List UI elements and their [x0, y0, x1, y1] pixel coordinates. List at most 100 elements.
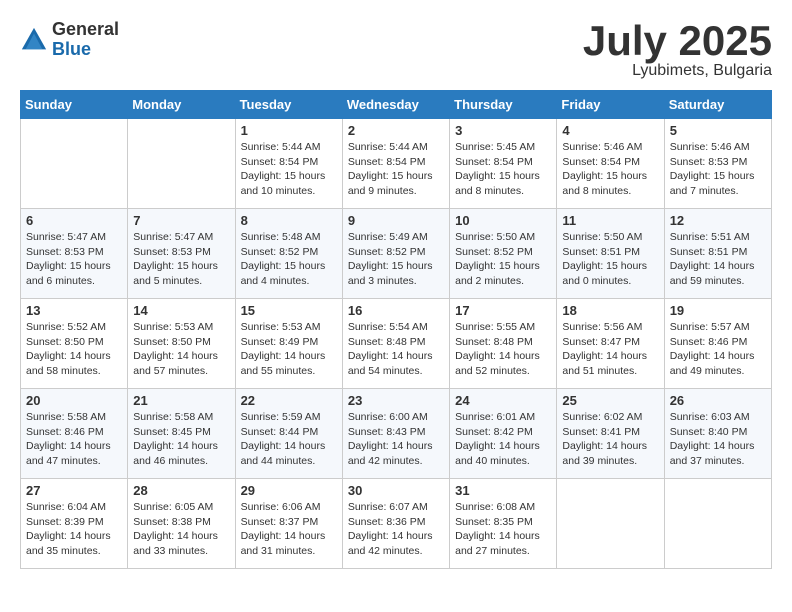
day-cell: 15Sunrise: 5:53 AM Sunset: 8:49 PM Dayli… [235, 299, 342, 389]
day-info: Sunrise: 5:51 AM Sunset: 8:51 PM Dayligh… [670, 230, 766, 289]
day-cell: 14Sunrise: 5:53 AM Sunset: 8:50 PM Dayli… [128, 299, 235, 389]
header-row: SundayMondayTuesdayWednesdayThursdayFrid… [21, 91, 772, 119]
day-info: Sunrise: 5:48 AM Sunset: 8:52 PM Dayligh… [241, 230, 337, 289]
day-number: 8 [241, 213, 337, 228]
week-row-2: 6 Sunrise: 5:47 AM Sunset: 8:53 PM Daylig… [21, 209, 772, 299]
day-cell: 29 Sunrise: 6:06 AM Sunset: 8:37 PM Dayli… [235, 479, 342, 569]
day-cell: 20 Sunrise: 5:58 AM Sunset: 8:46 PM Dayli… [21, 389, 128, 479]
day-info: Sunrise: 5:59 AM Sunset: 8:44 PM Dayligh… [241, 410, 337, 469]
logo-general: General [52, 20, 119, 40]
day-number: 1 [241, 123, 337, 138]
logo: General Blue [20, 20, 119, 60]
day-info: Sunrise: 6:03 AM Sunset: 8:40 PM Dayligh… [670, 410, 766, 469]
day-number: 20 [26, 393, 122, 408]
day-cell: 3Sunrise: 5:45 AM Sunset: 8:54 PM Daylig… [450, 119, 557, 209]
day-cell: 8 Sunrise: 5:48 AM Sunset: 8:52 PM Daylig… [235, 209, 342, 299]
day-info: Sunrise: 5:44 AM Sunset: 8:54 PM Dayligh… [348, 140, 444, 199]
day-cell: 18 Sunrise: 5:56 AM Sunset: 8:47 PM Dayli… [557, 299, 664, 389]
col-header-friday: Friday [557, 91, 664, 119]
day-cell: 19 Sunrise: 5:57 AM Sunset: 8:46 PM Dayli… [664, 299, 771, 389]
logo-blue: Blue [52, 40, 119, 60]
day-number: 18 [562, 303, 658, 318]
day-info: Sunrise: 5:57 AM Sunset: 8:46 PM Dayligh… [670, 320, 766, 379]
day-cell: 25 Sunrise: 6:02 AM Sunset: 8:41 PM Dayli… [557, 389, 664, 479]
week-row-1: 1 Sunrise: 5:44 AM Sunset: 8:54 PM Daylig… [21, 119, 772, 209]
day-number: 19 [670, 303, 766, 318]
day-number: 21 [133, 393, 229, 408]
day-info: Sunrise: 6:00 AM Sunset: 8:43 PM Dayligh… [348, 410, 444, 469]
day-info: Sunrise: 6:06 AM Sunset: 8:37 PM Dayligh… [241, 500, 337, 559]
day-number: 5 [670, 123, 766, 138]
day-number: 17 [455, 303, 551, 318]
day-info: Sunrise: 5:46 AM Sunset: 8:53 PM Dayligh… [670, 140, 766, 199]
day-cell [664, 479, 771, 569]
day-number: 10 [455, 213, 551, 228]
day-info: Sunrise: 5:58 AM Sunset: 8:46 PM Dayligh… [26, 410, 122, 469]
day-number: 24 [455, 393, 551, 408]
day-info: Sunrise: 5:50 AM Sunset: 8:51 PM Dayligh… [562, 230, 658, 289]
col-header-saturday: Saturday [664, 91, 771, 119]
day-cell: 26 Sunrise: 6:03 AM Sunset: 8:40 PM Dayli… [664, 389, 771, 479]
day-cell: 11 Sunrise: 5:50 AM Sunset: 8:51 PM Dayli… [557, 209, 664, 299]
day-info: Sunrise: 6:07 AM Sunset: 8:36 PM Dayligh… [348, 500, 444, 559]
col-header-monday: Monday [128, 91, 235, 119]
day-cell: 5 Sunrise: 5:46 AM Sunset: 8:53 PM Daylig… [664, 119, 771, 209]
day-cell: 2 Sunrise: 5:44 AM Sunset: 8:54 PM Daylig… [342, 119, 449, 209]
day-info: Sunrise: 5:52 AM Sunset: 8:50 PM Dayligh… [26, 320, 122, 379]
day-cell [557, 479, 664, 569]
day-number: 4 [562, 123, 658, 138]
day-cell: 9 Sunrise: 5:49 AM Sunset: 8:52 PM Daylig… [342, 209, 449, 299]
day-info: Sunrise: 5:54 AM Sunset: 8:48 PM Dayligh… [348, 320, 444, 379]
col-header-tuesday: Tuesday [235, 91, 342, 119]
day-cell: 17 Sunrise: 5:55 AM Sunset: 8:48 PM Dayli… [450, 299, 557, 389]
day-number: 29 [241, 483, 337, 498]
day-info: Sunrise: 5:53 AM Sunset: 8:49 PM Dayligh… [241, 320, 337, 379]
col-header-wednesday: Wednesday [342, 91, 449, 119]
day-number: 13 [26, 303, 122, 318]
day-info: Sunrise: 6:08 AM Sunset: 8:35 PM Dayligh… [455, 500, 551, 559]
day-info: Sunrise: 5:50 AM Sunset: 8:52 PM Dayligh… [455, 230, 551, 289]
day-number: 9 [348, 213, 444, 228]
logo-icon [20, 26, 48, 54]
day-info: Sunrise: 5:56 AM Sunset: 8:47 PM Dayligh… [562, 320, 658, 379]
day-info: Sunrise: 5:47 AM Sunset: 8:53 PM Dayligh… [133, 230, 229, 289]
week-row-3: 13 Sunrise: 5:52 AM Sunset: 8:50 PM Dayli… [21, 299, 772, 389]
day-cell: 1 Sunrise: 5:44 AM Sunset: 8:54 PM Daylig… [235, 119, 342, 209]
location-subtitle: Lyubimets, Bulgaria [583, 62, 772, 80]
day-cell: 21 Sunrise: 5:58 AM Sunset: 8:45 PM Dayli… [128, 389, 235, 479]
day-info: Sunrise: 5:44 AM Sunset: 8:54 PM Dayligh… [241, 140, 337, 199]
day-number: 23 [348, 393, 444, 408]
day-cell: 24Sunrise: 6:01 AM Sunset: 8:42 PM Dayli… [450, 389, 557, 479]
col-header-thursday: Thursday [450, 91, 557, 119]
day-cell: 7 Sunrise: 5:47 AM Sunset: 8:53 PM Daylig… [128, 209, 235, 299]
day-cell: 30Sunrise: 6:07 AM Sunset: 8:36 PM Dayli… [342, 479, 449, 569]
day-number: 28 [133, 483, 229, 498]
day-number: 2 [348, 123, 444, 138]
day-info: Sunrise: 5:49 AM Sunset: 8:52 PM Dayligh… [348, 230, 444, 289]
calendar-table: SundayMondayTuesdayWednesdayThursdayFrid… [20, 90, 772, 569]
day-info: Sunrise: 6:05 AM Sunset: 8:38 PM Dayligh… [133, 500, 229, 559]
day-info: Sunrise: 5:55 AM Sunset: 8:48 PM Dayligh… [455, 320, 551, 379]
day-info: Sunrise: 5:45 AM Sunset: 8:54 PM Dayligh… [455, 140, 551, 199]
page-header: General Blue July 2025 Lyubimets, Bulgar… [20, 20, 772, 80]
day-number: 7 [133, 213, 229, 228]
day-number: 27 [26, 483, 122, 498]
day-cell: 12 Sunrise: 5:51 AM Sunset: 8:51 PM Dayli… [664, 209, 771, 299]
day-cell: 10 Sunrise: 5:50 AM Sunset: 8:52 PM Dayli… [450, 209, 557, 299]
day-info: Sunrise: 6:02 AM Sunset: 8:41 PM Dayligh… [562, 410, 658, 469]
day-number: 26 [670, 393, 766, 408]
day-number: 6 [26, 213, 122, 228]
col-header-sunday: Sunday [21, 91, 128, 119]
day-cell: 6Sunrise: 5:47 AM Sunset: 8:53 PM Daylig… [21, 209, 128, 299]
day-number: 25 [562, 393, 658, 408]
title-block: July 2025 Lyubimets, Bulgaria [583, 20, 772, 80]
day-info: Sunrise: 5:58 AM Sunset: 8:45 PM Dayligh… [133, 410, 229, 469]
day-cell [128, 119, 235, 209]
day-info: Sunrise: 6:04 AM Sunset: 8:39 PM Dayligh… [26, 500, 122, 559]
day-cell: 22 Sunrise: 5:59 AM Sunset: 8:44 PM Dayli… [235, 389, 342, 479]
day-number: 12 [670, 213, 766, 228]
day-number: 11 [562, 213, 658, 228]
day-cell: 27 Sunrise: 6:04 AM Sunset: 8:39 PM Dayli… [21, 479, 128, 569]
day-info: Sunrise: 5:53 AM Sunset: 8:50 PM Dayligh… [133, 320, 229, 379]
day-number: 22 [241, 393, 337, 408]
